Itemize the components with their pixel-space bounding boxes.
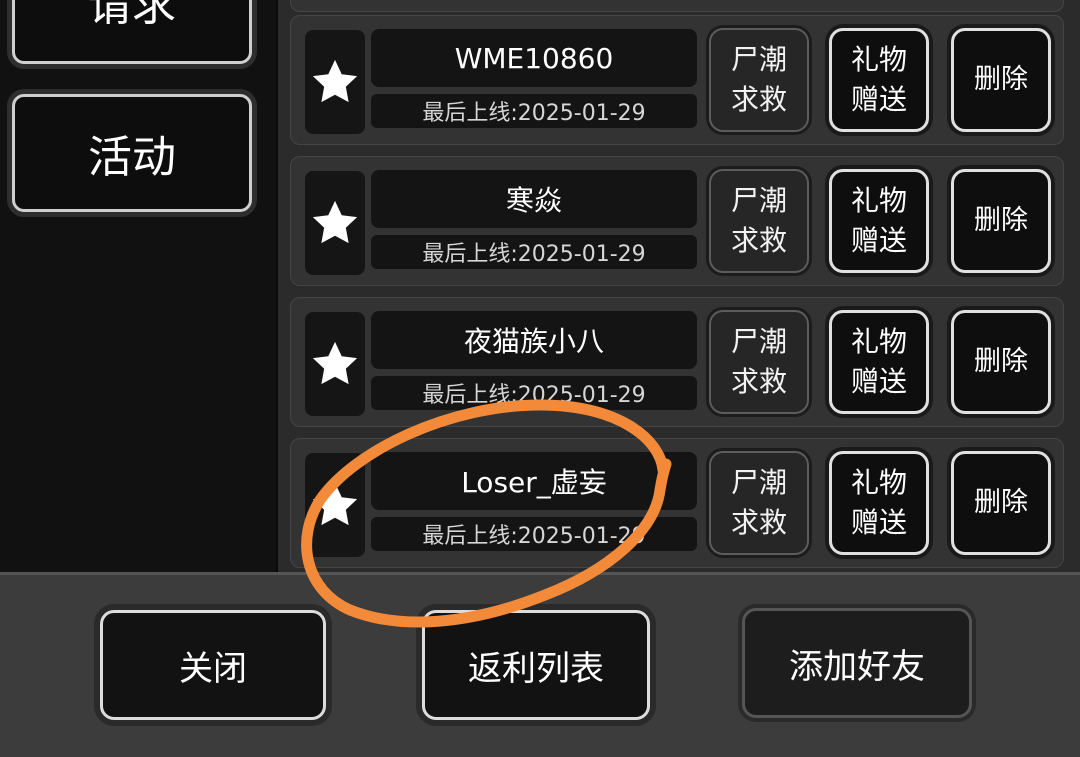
friends-list[interactable]: WME10860 最后上线:2025-01-29 尸潮 求救 礼物 赠送 删除 寒焱… xyxy=(278,0,1080,570)
friend-name: Loser_虚妄 xyxy=(371,452,697,510)
rebate-list-button[interactable]: 返利列表 xyxy=(422,610,650,720)
close-button[interactable]: 关闭 xyxy=(100,610,326,720)
last-online: 最后上线:2025-01-29 xyxy=(371,94,697,128)
button-label-line: 礼物 xyxy=(850,43,907,76)
add-friend-button[interactable]: 添加好友 xyxy=(742,608,972,718)
friend-name: WME10860 xyxy=(371,29,697,87)
button-label-line: 尸潮 xyxy=(730,184,787,217)
zombie-rescue-button[interactable]: 尸潮 求救 xyxy=(709,310,809,414)
list-item: 寒焱 最后上线:2025-01-29 尸潮求救 礼物赠送 删除 xyxy=(290,156,1064,286)
delete-friend-button[interactable]: 删除 xyxy=(951,451,1051,555)
delete-friend-button[interactable]: 删除 xyxy=(951,28,1051,132)
zombie-rescue-button[interactable]: 尸潮 求救 xyxy=(709,28,809,132)
button-label: 添加好友 xyxy=(789,646,925,687)
list-item: 夜猫族小八 最后上线:2025-01-29 尸潮求救 礼物赠送 删除 xyxy=(290,297,1064,427)
sidebar-item-requests[interactable]: 请求 xyxy=(12,0,252,64)
button-label-line: 礼物 xyxy=(850,184,907,217)
list-item xyxy=(290,0,1064,12)
button-label: 删除 xyxy=(974,205,1028,236)
button-label-line: 赠送 xyxy=(850,506,907,539)
zombie-rescue-button[interactable]: 尸潮 求救 xyxy=(709,169,809,273)
star-icon xyxy=(312,59,358,103)
favorite-toggle[interactable] xyxy=(305,30,365,134)
sidebar: 请求 活动 xyxy=(0,0,276,572)
button-label: 删除 xyxy=(974,346,1028,377)
star-icon xyxy=(312,200,358,244)
button-label-line: 赠送 xyxy=(850,365,907,398)
divider xyxy=(0,572,1080,575)
send-gift-button[interactable]: 礼物 赠送 xyxy=(829,310,929,414)
star-icon xyxy=(312,341,358,385)
button-label: 关闭 xyxy=(179,648,247,689)
sidebar-item-activity[interactable]: 活动 xyxy=(12,94,252,212)
last-online: 最后上线:2025-01-29 xyxy=(371,376,697,410)
favorite-toggle[interactable] xyxy=(305,453,365,557)
button-label-line: 礼物 xyxy=(850,325,907,358)
send-gift-button[interactable]: 礼物 赠送 xyxy=(829,169,929,273)
button-label-line: 求救 xyxy=(730,365,787,398)
button-label-line: 礼物 xyxy=(850,466,907,499)
friend-name: 寒焱 xyxy=(371,170,697,228)
send-gift-button[interactable]: 礼物 赠送 xyxy=(829,451,929,555)
friends-panel: WME10860 最后上线:2025-01-29 尸潮 求救 礼物 赠送 删除 寒焱… xyxy=(278,0,1080,572)
button-label-line: 尸潮 xyxy=(730,43,787,76)
button-label-line: 赠送 xyxy=(850,224,907,257)
list-item: Loser_虚妄 最后上线:2025-01-29 尸潮求救 礼物赠送 删除 xyxy=(290,438,1064,568)
send-gift-button[interactable]: 礼物 赠送 xyxy=(829,28,929,132)
favorite-toggle[interactable] xyxy=(305,312,365,416)
sidebar-item-label: 活动 xyxy=(88,132,176,183)
button-label-line: 尸潮 xyxy=(730,325,787,358)
button-label-line: 求救 xyxy=(730,506,787,539)
button-label-line: 求救 xyxy=(730,224,787,257)
sidebar-item-label: 请求 xyxy=(88,0,176,31)
button-label: 返利列表 xyxy=(468,648,604,689)
button-label-line: 求救 xyxy=(730,83,787,116)
delete-friend-button[interactable]: 删除 xyxy=(951,310,1051,414)
bottom-bar: 关闭 返利列表 添加好友 xyxy=(0,572,1080,757)
list-item: WME10860 最后上线:2025-01-29 尸潮求救 礼物赠送 删除 xyxy=(290,15,1064,145)
delete-friend-button[interactable]: 删除 xyxy=(951,169,1051,273)
zombie-rescue-button[interactable]: 尸潮 求救 xyxy=(709,451,809,555)
star-icon xyxy=(312,482,358,526)
last-online: 最后上线:2025-01-29 xyxy=(371,235,697,269)
button-label-line: 赠送 xyxy=(850,83,907,116)
button-label: 删除 xyxy=(974,64,1028,95)
favorite-toggle[interactable] xyxy=(305,171,365,275)
friend-name: 夜猫族小八 xyxy=(371,311,697,369)
last-online: 最后上线:2025-01-29 xyxy=(371,517,697,551)
button-label: 删除 xyxy=(974,487,1028,518)
button-label-line: 尸潮 xyxy=(730,466,787,499)
